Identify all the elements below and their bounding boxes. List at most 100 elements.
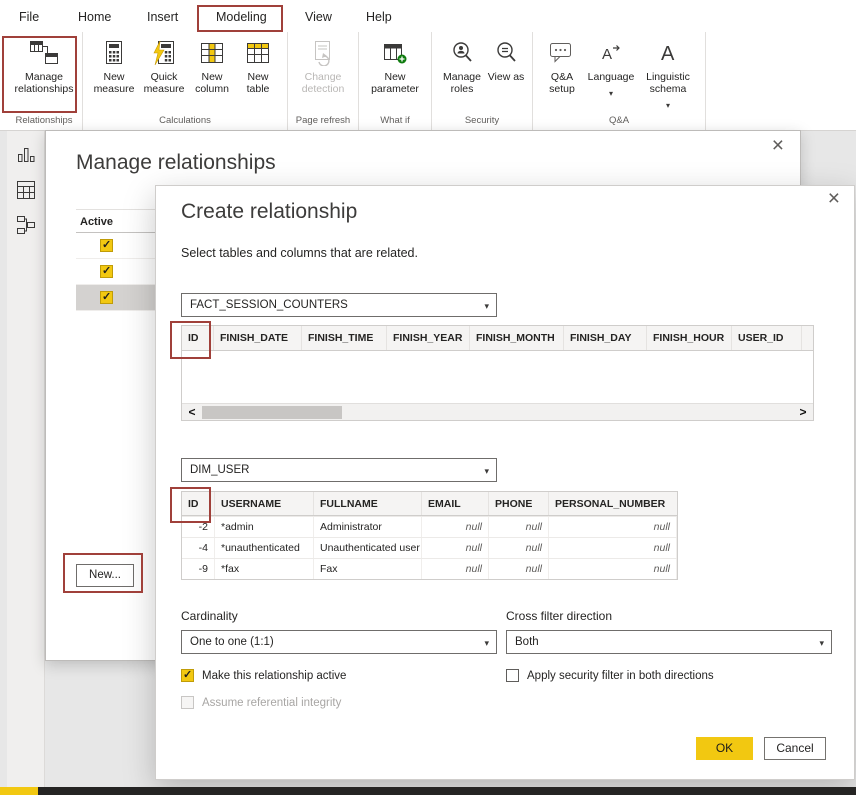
new-table-button[interactable]: New table [235,32,281,95]
tab-modeling[interactable]: Modeling [212,8,271,26]
column-header[interactable]: EMAIL [422,492,489,515]
column-header[interactable]: USER_ID [732,326,802,350]
new-table-icon [246,38,270,68]
group-label-page-refresh: Page refresh [288,115,358,126]
column-header[interactable]: FINISH_HOUR [647,326,732,350]
qa-setup-button[interactable]: Q&A setup [539,32,585,113]
new-parameter-label: New parameter [365,71,425,95]
manage-roles-label: Manage roles [438,71,486,95]
scrollbar-thumb[interactable] [202,406,342,419]
tab-file[interactable]: File [15,8,43,26]
tab-insert[interactable]: Insert [143,8,182,26]
create-relationship-subtitle: Select tables and columns that are relat… [181,246,418,260]
quick-measure-label: Quick measure [139,71,189,95]
new-column-button[interactable]: New column [189,32,235,95]
make-active-checkbox[interactable] [181,669,194,682]
from-table-value: FACT_SESSION_COUNTERS [190,299,348,311]
manage-relationships-button[interactable]: Manage relationships [12,32,76,95]
active-checkbox[interactable] [100,239,113,252]
cell-fullname: Unauthenticated user [314,538,422,558]
group-label-calculations: Calculations [83,115,287,126]
view-as-icon [494,38,518,68]
manage-roles-button[interactable]: Manage roles [438,32,486,95]
cell-email: null [422,538,489,558]
ribbon-group-relationships: Manage relationships Relationships [6,32,83,130]
ok-button[interactable]: OK [696,737,753,760]
cardinality-dropdown[interactable]: One to one (1:1) [181,630,497,654]
manage-relationships-icon [29,38,59,68]
language-button[interactable]: A Language [585,32,637,113]
ribbon-group-page-refresh: Change detection Page refresh [288,32,359,130]
cross-filter-dropdown[interactable]: Both [506,630,832,654]
group-label-what-if: What if [359,115,431,126]
to-table-preview: ID USERNAME FULLNAME EMAIL PHONE PERSONA… [181,491,678,580]
active-checkbox[interactable] [100,291,113,304]
make-active-label: Make this relationship active [202,670,346,682]
report-view-icon[interactable] [15,144,37,166]
scroll-right-icon[interactable] [795,404,811,421]
column-header-filler [802,326,813,350]
chevron-down-icon [666,95,670,113]
close-icon[interactable] [828,190,840,210]
cell-fullname: Fax [314,559,422,579]
referential-integrity-checkbox [181,696,194,709]
column-header[interactable]: PERSONAL_NUMBER [549,492,677,515]
column-header[interactable]: FINISH_DATE [214,326,302,350]
table-row[interactable]: -2 *admin Administrator null null null [182,516,677,537]
column-header[interactable]: FINISH_MONTH [470,326,564,350]
quick-measure-button[interactable]: Quick measure [139,32,189,95]
tab-view[interactable]: View [301,8,336,26]
new-measure-icon [103,38,125,68]
powerbi-window: File Home Insert Modeling View Help [0,0,856,795]
scroll-left-icon[interactable] [184,404,200,421]
referential-integrity-checkbox-row: Assume referential integrity [181,696,341,709]
security-filter-checkbox[interactable] [506,669,519,682]
column-header[interactable]: FINISH_TIME [302,326,387,350]
data-view-icon[interactable] [15,179,37,201]
security-filter-checkbox-row[interactable]: Apply security filter in both directions [506,669,714,682]
language-icon: A [599,38,623,68]
column-header[interactable]: ID [182,492,215,515]
tab-home[interactable]: Home [74,8,115,26]
column-header[interactable]: FINISH_YEAR [387,326,470,350]
to-table-dropdown[interactable]: DIM_USER [181,458,497,482]
create-relationship-dialog: Create relationship Select tables and co… [155,185,855,780]
table-row[interactable]: -4 *unauthenticated Unauthenticated user… [182,537,677,558]
view-switcher-sidebar [7,131,45,787]
status-bar [0,787,856,795]
close-icon[interactable] [772,137,784,157]
from-table-dropdown[interactable]: FACT_SESSION_COUNTERS [181,293,497,317]
column-header[interactable]: USERNAME [215,492,314,515]
new-relationship-button[interactable]: New... [76,564,134,587]
change-detection-label: Change detection [294,71,352,95]
model-view-icon[interactable] [15,214,37,236]
svg-text:A: A [661,43,675,65]
cell-email: null [422,559,489,579]
cell-username: *unauthenticated [215,538,314,558]
group-label-security: Security [432,115,532,126]
make-active-checkbox-row[interactable]: Make this relationship active [181,669,346,682]
view-as-button[interactable]: View as [486,32,526,95]
linguistic-schema-button[interactable]: A Linguistic schema [637,32,699,113]
column-header[interactable]: ID [182,326,214,350]
new-parameter-button[interactable]: New parameter [365,32,425,95]
ribbon: File Home Insert Modeling View Help [0,0,856,131]
cancel-button[interactable]: Cancel [764,737,826,760]
language-label: Language [588,71,635,83]
cell-phone: null [489,538,549,558]
manage-relationships-title: Manage relationships [76,151,276,175]
cell-personal-number: null [549,559,677,579]
ribbon-group-qa: Q&A setup A Language [533,32,706,130]
change-detection-icon [311,38,335,68]
quick-measure-icon [152,38,176,68]
active-checkbox[interactable] [100,265,113,278]
column-header[interactable]: PHONE [489,492,549,515]
new-measure-button[interactable]: New measure [89,32,139,95]
column-header[interactable]: FINISH_DAY [564,326,647,350]
cell-username: *fax [215,559,314,579]
column-header[interactable]: FULLNAME [314,492,422,515]
table-row[interactable]: -9 *fax Fax null null null [182,558,677,579]
horizontal-scrollbar[interactable] [182,403,813,420]
tab-help[interactable]: Help [362,8,396,26]
cell-id: -9 [182,559,215,579]
